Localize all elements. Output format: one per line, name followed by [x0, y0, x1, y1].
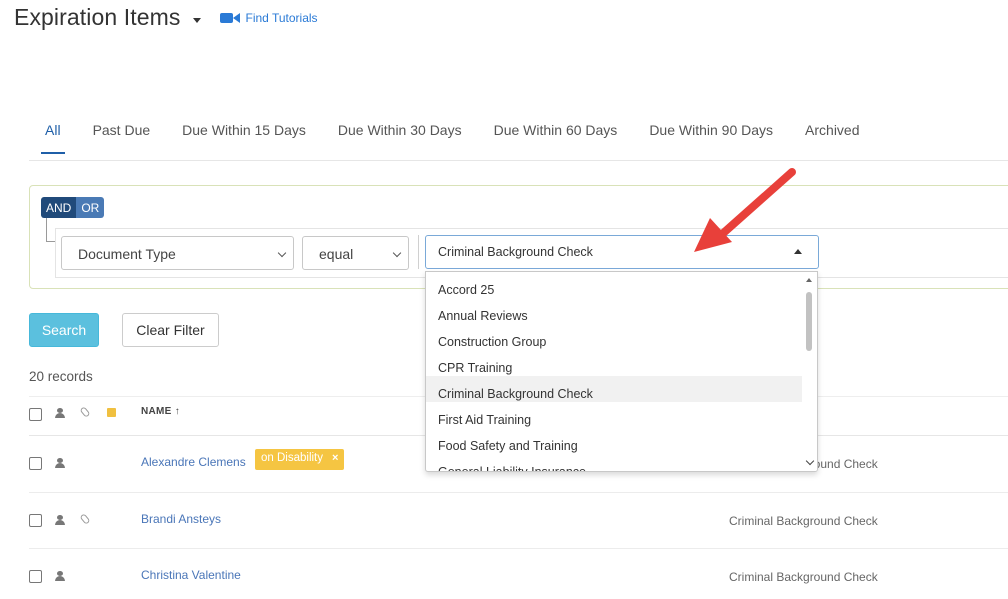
annotation-arrow-icon — [694, 168, 796, 252]
option-accord-25[interactable]: Accord 25 — [426, 272, 803, 298]
tab-due-90-days[interactable]: Due Within 90 Days — [633, 110, 789, 154]
options-container: Accord 25 Annual Reviews Construction Gr… — [426, 272, 803, 471]
value-options-list: Accord 25 Annual Reviews Construction Gr… — [425, 271, 818, 472]
document-type-cell: Criminal Background Check — [729, 570, 878, 584]
options-scrollbar[interactable] — [802, 272, 817, 471]
option-annual-reviews[interactable]: Annual Reviews — [426, 298, 803, 324]
tab-archived[interactable]: Archived — [789, 110, 875, 154]
row-checkbox[interactable] — [29, 457, 42, 470]
or-button[interactable]: OR — [76, 197, 105, 218]
employee-name-link[interactable]: Alexandre Clemens — [141, 455, 246, 469]
option-cpr-training[interactable]: CPR Training — [426, 350, 803, 376]
document-type-cell: Criminal Background Check — [729, 514, 878, 528]
person-icon — [55, 515, 65, 525]
search-button[interactable]: Search — [29, 313, 99, 347]
option-food-safety[interactable]: Food Safety and Training — [426, 428, 803, 454]
remove-tag-icon[interactable]: × — [332, 452, 338, 464]
employee-name-link[interactable]: Brandi Ansteys — [141, 512, 221, 526]
operator-select[interactable]: equal — [302, 236, 409, 270]
find-tutorials-label: Find Tutorials — [245, 10, 318, 25]
option-criminal-background-check[interactable]: Criminal Background Check — [426, 376, 803, 402]
name-column-header[interactable]: NAME ↑ — [141, 406, 180, 417]
and-button[interactable]: AND — [41, 197, 77, 218]
scroll-thumb[interactable] — [806, 292, 812, 351]
person-icon — [55, 571, 65, 581]
row-checkbox[interactable] — [29, 570, 42, 583]
tab-due-60-days[interactable]: Due Within 60 Days — [478, 110, 634, 154]
paperclip-icon — [79, 406, 91, 418]
row-checkbox[interactable] — [29, 514, 42, 527]
table-row: Brandi Ansteys Criminal Background Check — [29, 493, 1008, 549]
person-icon — [55, 458, 65, 468]
status-tag-label: on Disability — [261, 452, 323, 464]
select-all-checkbox[interactable] — [29, 408, 42, 421]
employee-name-link[interactable]: Christina Valentine — [141, 568, 241, 582]
option-construction-group[interactable]: Construction Group — [426, 324, 803, 350]
value-select-text: Criminal Background Check — [438, 245, 593, 259]
tab-due-15-days[interactable]: Due Within 15 Days — [166, 110, 322, 154]
paperclip-icon — [79, 513, 91, 525]
page-title: Expiration Items — [14, 4, 181, 30]
rule-divider — [418, 235, 419, 269]
status-tabs: All Past Due Due Within 15 Days Due With… — [29, 110, 1008, 161]
clear-filter-button[interactable]: Clear Filter — [122, 313, 219, 347]
chevron-down-icon — [277, 248, 287, 258]
find-tutorials-link[interactable]: Find Tutorials — [219, 10, 318, 25]
tab-past-due[interactable]: Past Due — [77, 110, 167, 154]
operator-select-value: equal — [319, 246, 354, 262]
option-general-liability[interactable]: General Liability Insurance — [426, 454, 803, 471]
tab-all[interactable]: All — [29, 110, 77, 154]
video-camera-icon — [219, 12, 240, 24]
scroll-up-icon[interactable] — [806, 278, 812, 282]
person-icon — [55, 408, 65, 418]
logic-toggle: AND OR — [41, 197, 105, 218]
record-count: 20 records — [29, 369, 93, 384]
field-select-value: Document Type — [78, 246, 176, 262]
title-caret-icon[interactable] — [192, 18, 201, 23]
table-row: Christina Valentine Criminal Background … — [29, 549, 1008, 599]
status-tag: on Disability × — [255, 449, 345, 470]
page-header: Expiration Items Find Tutorials — [14, 4, 318, 31]
chevron-down-icon — [392, 248, 402, 258]
tab-due-30-days[interactable]: Due Within 30 Days — [322, 110, 478, 154]
option-first-aid-training[interactable]: First Aid Training — [426, 402, 803, 428]
field-select[interactable]: Document Type — [61, 236, 294, 270]
folder-icon — [107, 408, 116, 417]
scroll-down-icon[interactable] — [805, 456, 815, 466]
